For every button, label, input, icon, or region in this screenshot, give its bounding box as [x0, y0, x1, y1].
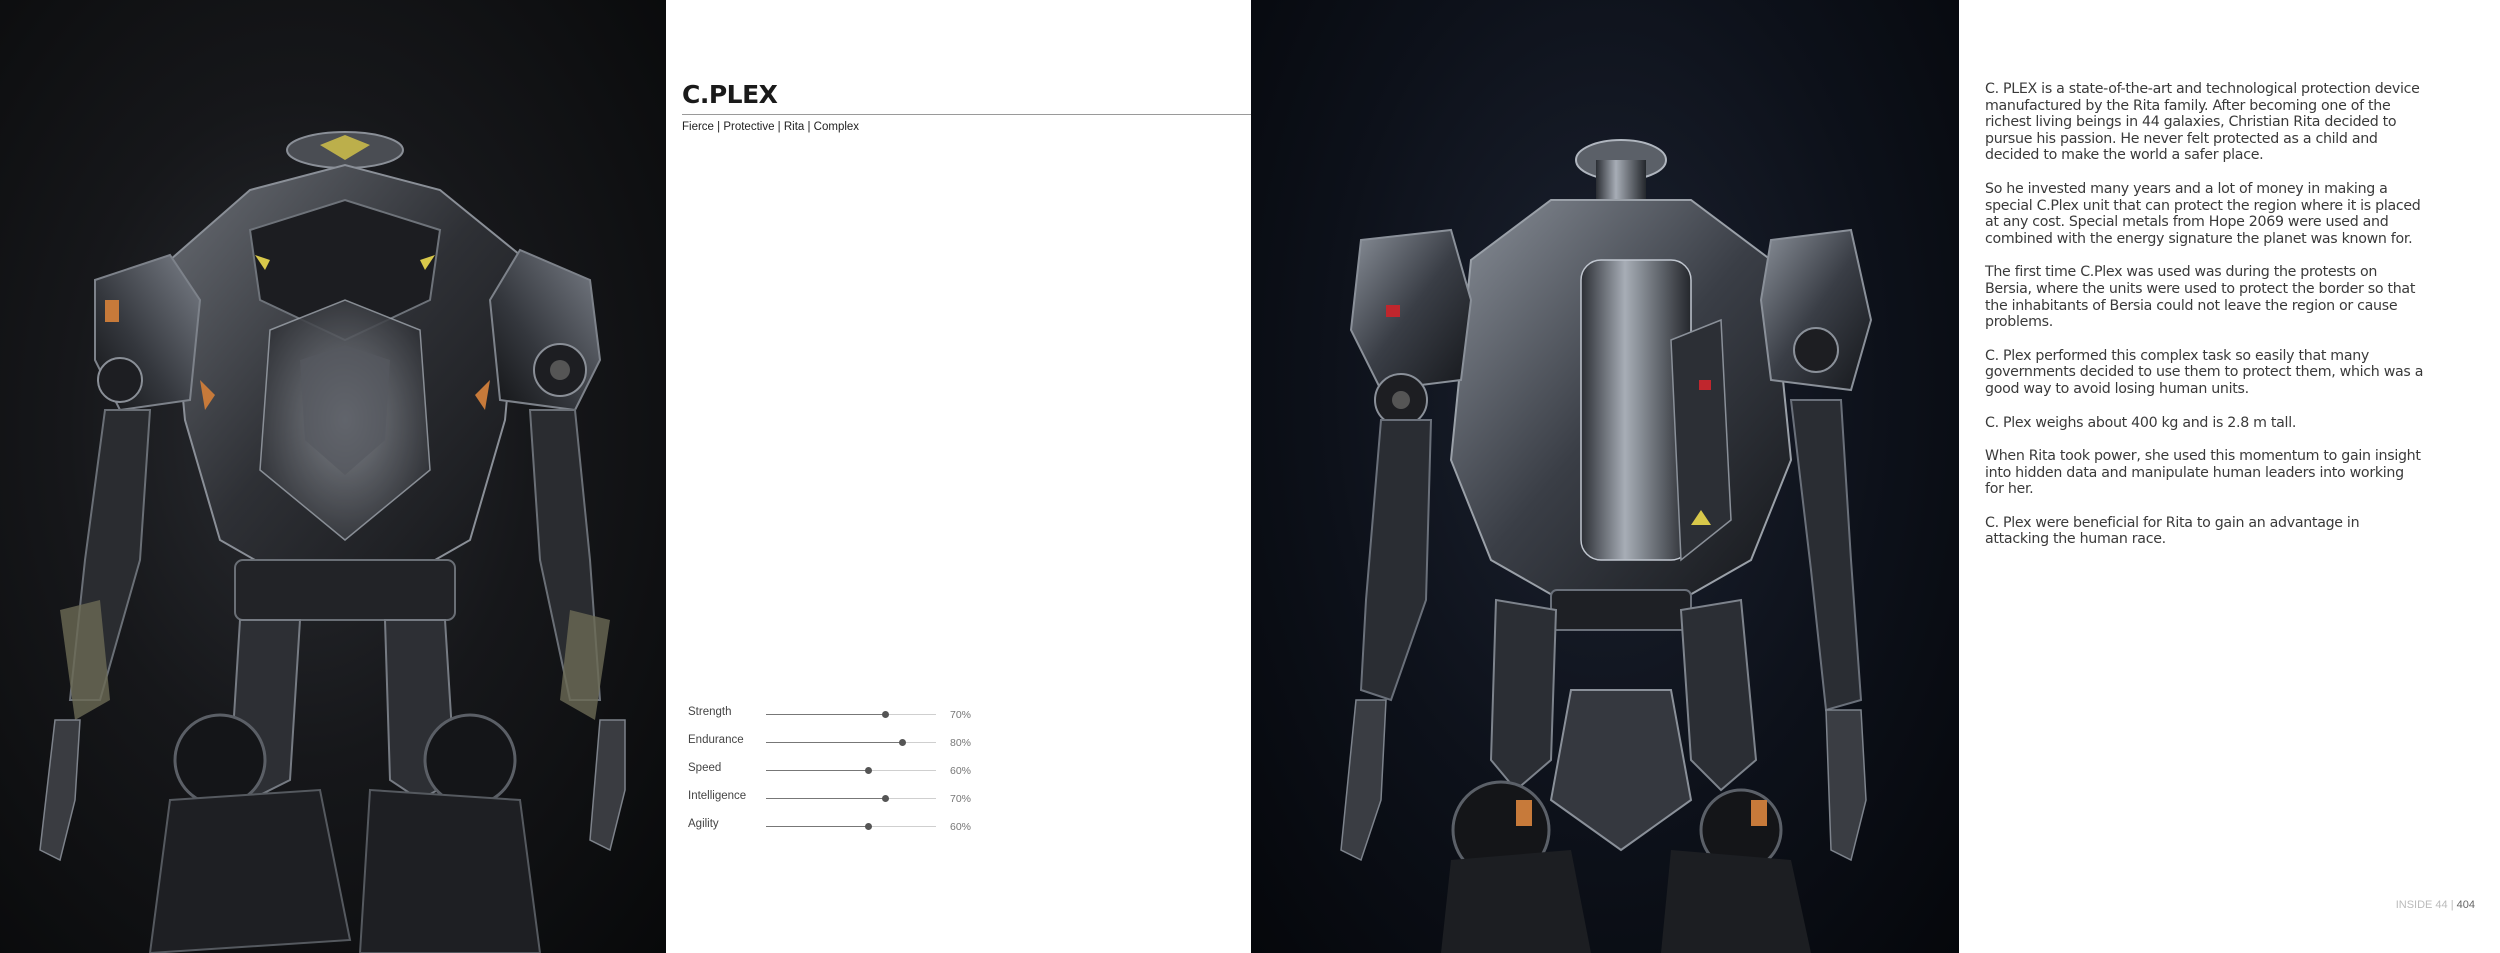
stat-value: 60%	[950, 765, 972, 777]
paragraph: C. Plex performed this complex task so e…	[1985, 347, 2424, 397]
stat-marker	[865, 767, 872, 774]
stat-marker	[899, 739, 906, 746]
stat-marker	[882, 711, 889, 718]
story-text-page: C. PLEX is a state-of-the-art and techno…	[1959, 0, 2500, 953]
character-info-panel: C.PLEX Fierce | Protective | Rita | Comp…	[666, 0, 1251, 953]
stat-bar	[766, 739, 936, 746]
paragraph: C. PLEX is a state-of-the-art and techno…	[1985, 81, 2420, 164]
robot-front-illustration	[39, 131, 626, 953]
stat-bar	[766, 823, 936, 830]
character-tags: Fierce | Protective | Rita | Complex	[682, 121, 860, 133]
stat-label: Speed	[688, 762, 722, 774]
stat-row: Intelligence 70%	[688, 788, 988, 816]
story-body: C. PLEX is a state-of-the-art and techno…	[1985, 81, 2425, 565]
robot-front-image	[0, 0, 666, 953]
paragraph: The first time C.Plex was used was durin…	[1985, 264, 2416, 331]
book-title: INSIDE 44 |	[2395, 899, 2454, 911]
paragraph: C. Plex were beneficial for Rita to gain…	[1985, 514, 2360, 548]
paragraph: So he invested many years and a lot of m…	[1985, 180, 2421, 247]
page-number: 404	[2456, 899, 2475, 911]
stats-list: Strength 70% Endurance 80% Speed 60% Int…	[688, 704, 988, 844]
title-divider	[682, 114, 1251, 115]
stat-label: Endurance	[688, 734, 744, 746]
paragraph: When Rita took power, she used this mome…	[1985, 448, 2421, 498]
stat-label: Strength	[688, 706, 732, 718]
stat-marker	[882, 795, 889, 802]
robot-back-image	[1251, 0, 1959, 953]
stat-marker	[865, 823, 872, 830]
stat-row: Strength 70%	[688, 704, 988, 732]
stat-bar	[766, 711, 936, 718]
stat-value: 70%	[950, 793, 972, 805]
robot-back-illustration	[1340, 139, 1873, 953]
character-title: C.PLEX	[682, 80, 778, 109]
stat-row: Speed 60%	[688, 760, 988, 788]
page-footer: INSIDE 44 | 404	[2396, 899, 2475, 911]
stat-row: Agility 60%	[688, 816, 988, 844]
stat-bar	[766, 767, 936, 774]
stat-value: 60%	[950, 821, 972, 833]
paragraph: C. Plex weighs about 400 kg and is 2.8 m…	[1985, 414, 2297, 431]
stat-label: Intelligence	[688, 790, 747, 802]
stat-row: Endurance 80%	[688, 732, 988, 760]
stat-bar	[766, 795, 936, 802]
stat-value: 70%	[950, 709, 972, 721]
stat-label: Agility	[688, 818, 719, 830]
stat-value: 80%	[950, 737, 972, 749]
